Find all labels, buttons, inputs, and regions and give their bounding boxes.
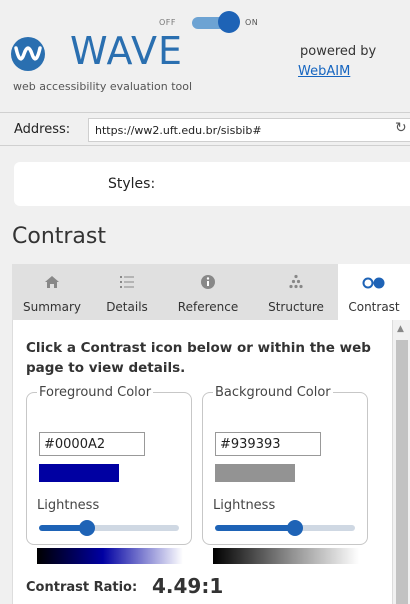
background-lightness-label: Lightness [213, 498, 276, 513]
home-icon [45, 276, 59, 288]
address-bar: Address: ↻ [0, 112, 410, 146]
webaim-link[interactable]: WebAIM [298, 64, 350, 79]
contrast-icon [362, 277, 385, 289]
tab-label: Summary [23, 300, 81, 314]
reload-icon[interactable]: ↻ [395, 120, 407, 136]
tab-label: Details [106, 300, 148, 314]
contrast-instructions: Click a Contrast icon below or within th… [26, 340, 371, 376]
toggle-off-label: OFF [159, 18, 176, 27]
panel-scrollbar[interactable]: ▲ [392, 320, 410, 604]
scroll-up-icon[interactable]: ▲ [397, 324, 404, 334]
foreground-lightness-track[interactable] [39, 525, 179, 531]
foreground-hex-input[interactable] [39, 432, 145, 456]
tab-structure[interactable]: Structure [254, 264, 338, 320]
logo-text: WAVE [70, 29, 184, 73]
tab-label: Reference [177, 300, 239, 314]
contrast-ratio-label: Contrast Ratio: [26, 580, 138, 595]
foreground-legend: Foreground Color [39, 385, 152, 400]
tab-details[interactable]: Details [92, 264, 162, 320]
structure-icon [289, 274, 303, 289]
background-lightness-gradient [213, 548, 359, 564]
tab-bar: Summary Details Reference Structure Cont… [12, 264, 410, 320]
scroll-thumb[interactable] [396, 340, 408, 604]
tab-reference[interactable]: Reference [162, 264, 254, 320]
styles-toggle-panel: Styles: [14, 162, 410, 206]
styles-label: Styles: [108, 176, 156, 192]
background-legend: Background Color [215, 385, 331, 400]
foreground-lightness-slider[interactable] [79, 520, 95, 536]
section-title: Contrast [12, 224, 107, 249]
tagline: web accessibility evaluation tool [13, 80, 193, 93]
tab-summary[interactable]: Summary [12, 264, 92, 320]
tab-contrast[interactable]: Contrast [338, 264, 410, 320]
background-color-box: Background Color Lightness [202, 385, 368, 564]
tab-label: Contrast [348, 300, 400, 314]
background-swatch [215, 464, 295, 482]
list-icon [120, 276, 134, 288]
address-label: Address: [14, 122, 71, 137]
background-lightness-slider[interactable] [287, 520, 303, 536]
foreground-lightness-label: Lightness [37, 498, 100, 513]
toggle-on-label: ON [245, 18, 259, 27]
background-hex-input[interactable] [215, 432, 321, 456]
foreground-color-box: Foreground Color Lightness [26, 385, 192, 564]
wave-logo-icon [11, 37, 45, 71]
foreground-swatch [39, 464, 119, 482]
address-input[interactable] [88, 118, 410, 142]
foreground-lightness-gradient [37, 548, 183, 564]
background-lightness-track[interactable] [215, 525, 355, 531]
styles-toggle-knob[interactable] [218, 11, 240, 33]
tab-label: Structure [268, 300, 324, 314]
info-icon [201, 275, 215, 289]
powered-by-text: powered by [300, 44, 377, 59]
contrast-ratio-value: 4.49:1 [152, 574, 224, 598]
